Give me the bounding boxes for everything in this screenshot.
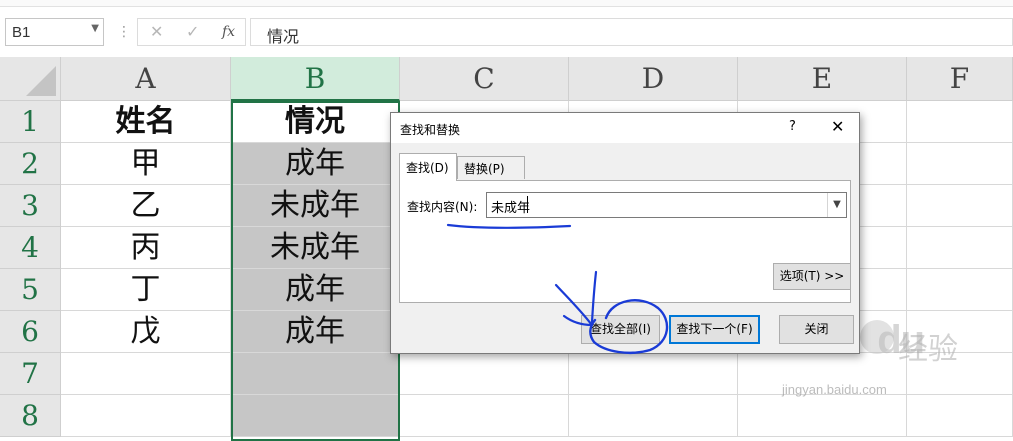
row-header-7[interactable]: 7 xyxy=(0,353,61,395)
row-header-5[interactable]: 5 xyxy=(0,269,61,311)
name-box-value: B1 xyxy=(12,24,31,41)
dialog-titlebar[interactable]: 查找和替换 ? ✕ xyxy=(391,113,859,143)
cell-f1[interactable] xyxy=(907,101,1013,143)
name-box[interactable]: B1 ▼ xyxy=(5,18,104,46)
cell-b7[interactable] xyxy=(231,353,400,395)
cell-b3[interactable]: 未成年 xyxy=(231,185,400,227)
close-icon[interactable]: ✕ xyxy=(831,117,844,136)
formula-content: 情况 xyxy=(267,27,300,46)
formula-buttons: ✕ ✓ fx xyxy=(137,18,246,46)
cell-a3[interactable]: 乙 xyxy=(61,185,231,227)
column-header-c[interactable]: C xyxy=(400,57,569,101)
text-caret xyxy=(527,196,528,213)
watermark-cn: 经验 xyxy=(898,332,958,367)
cell-f3[interactable] xyxy=(907,185,1013,227)
paw-icon xyxy=(860,320,894,354)
column-header-d[interactable]: D xyxy=(569,57,738,101)
chevron-down-icon[interactable]: ▼ xyxy=(91,23,99,34)
cell-a2[interactable]: 甲 xyxy=(61,143,231,185)
tab-replace[interactable]: 替换(P) xyxy=(457,156,525,179)
cell-b1[interactable]: 情况 xyxy=(231,101,400,143)
find-next-button[interactable]: 查找下一个(F) xyxy=(669,315,760,344)
cell-b5[interactable]: 成年 xyxy=(231,269,400,311)
cell-f2[interactable] xyxy=(907,143,1013,185)
watermark-url: jingyan.baidu.com xyxy=(782,382,887,397)
cell-f5[interactable] xyxy=(907,269,1013,311)
cell-d7[interactable] xyxy=(569,353,738,395)
cell-b2[interactable]: 成年 xyxy=(231,143,400,185)
confirm-icon[interactable]: ✓ xyxy=(186,22,199,41)
cell-b6[interactable]: 成年 xyxy=(231,311,400,353)
tab-find[interactable]: 查找(D) xyxy=(399,153,457,181)
column-header-f[interactable]: F xyxy=(907,57,1013,101)
cell-a5[interactable]: 丁 xyxy=(61,269,231,311)
options-button[interactable]: 选项(T) >> xyxy=(773,263,851,290)
dialog-title: 查找和替换 xyxy=(400,123,461,137)
select-all-corner[interactable] xyxy=(0,57,61,101)
cell-a1[interactable]: 姓名 xyxy=(61,101,231,143)
column-header-e[interactable]: E xyxy=(738,57,907,101)
more-icon[interactable]: ⋮ xyxy=(117,24,131,40)
row-header-6[interactable]: 6 xyxy=(0,311,61,353)
find-what-label: 查找内容(N): xyxy=(407,200,478,214)
row-header-2[interactable]: 2 xyxy=(0,143,61,185)
chevron-down-icon[interactable]: ▼ xyxy=(827,193,846,217)
ribbon-remnant xyxy=(0,0,1013,7)
help-icon[interactable]: ? xyxy=(789,119,796,134)
row-header-3[interactable]: 3 xyxy=(0,185,61,227)
cell-a4[interactable]: 丙 xyxy=(61,227,231,269)
find-what-input[interactable]: 未成年 ▼ xyxy=(486,192,847,218)
find-all-button[interactable]: 查找全部(I) xyxy=(581,315,660,344)
cell-f4[interactable] xyxy=(907,227,1013,269)
close-button[interactable]: 关闭 xyxy=(779,315,854,344)
formula-bar: B1 ▼ ⋮ ✕ ✓ fx 情况 xyxy=(0,7,1013,57)
cell-c7[interactable] xyxy=(400,353,569,395)
column-header-a[interactable]: A xyxy=(61,57,231,101)
row-header-4[interactable]: 4 xyxy=(0,227,61,269)
cancel-icon[interactable]: ✕ xyxy=(150,22,163,41)
insert-function-icon[interactable]: fx xyxy=(222,24,235,40)
column-header-b[interactable]: B xyxy=(231,57,400,101)
formula-input[interactable]: 情况 xyxy=(250,18,1013,46)
row-header-1[interactable]: 1 xyxy=(0,101,61,143)
find-panel: 查找内容(N): 未成年 ▼ 选项(T) >> xyxy=(399,180,851,303)
select-all-triangle-icon xyxy=(26,66,56,96)
find-replace-dialog: 查找和替换 ? ✕ 查找(D) 替换(P) 查找内容(N): 未成年 ▼ 选项(… xyxy=(390,112,860,354)
cell-a6[interactable]: 戊 xyxy=(61,311,231,353)
cell-a7[interactable] xyxy=(61,353,231,395)
cell-b4[interactable]: 未成年 xyxy=(231,227,400,269)
find-what-value: 未成年 xyxy=(491,201,531,216)
